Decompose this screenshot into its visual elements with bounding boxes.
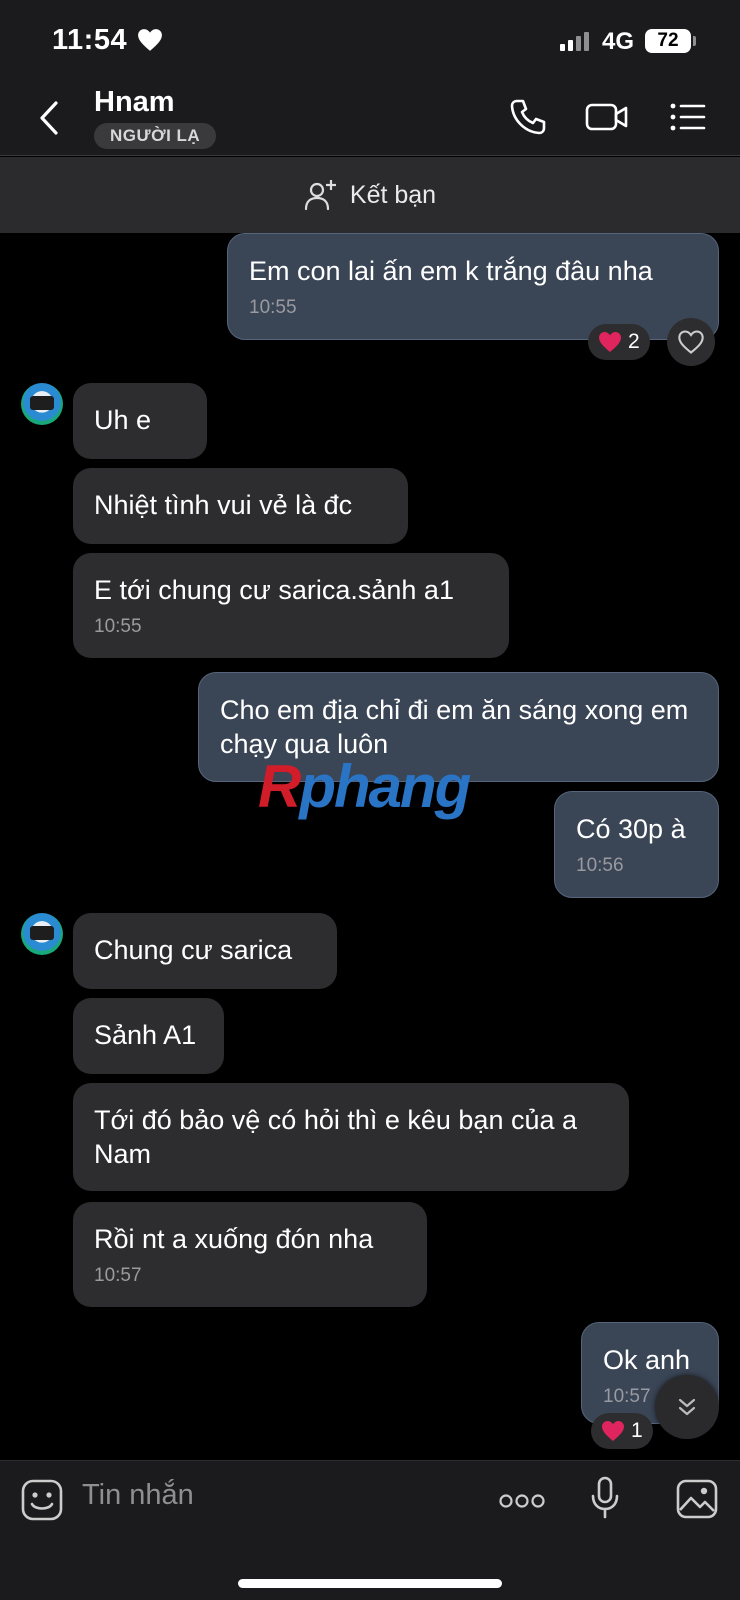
message-bubble-incoming[interactable]: Rồi nt a xuống đón nha 10:57: [73, 1202, 427, 1307]
sticker-icon[interactable]: [21, 1479, 63, 1521]
message-time: 10:56: [576, 855, 624, 876]
message-bubble-outgoing[interactable]: Có 30p à 10:56: [554, 791, 719, 898]
message-text: Cho em địa chỉ đi em ăn sáng xong em chạ…: [220, 695, 689, 759]
message-text: Chung cư sarica: [94, 935, 293, 965]
reaction-count: 2: [628, 330, 640, 353]
status-time: 11:54: [52, 24, 128, 56]
network-type: 4G: [602, 28, 635, 55]
scroll-to-bottom-button[interactable]: [655, 1375, 719, 1439]
message-input[interactable]: Tin nhắn: [82, 1479, 194, 1512]
message-text: Ok anh: [603, 1345, 691, 1375]
message-time: 10:55: [249, 297, 297, 318]
signal-icon: [560, 31, 589, 51]
chat-header: Hnam NGƯỜI LẠ: [0, 80, 740, 156]
message-bubble-incoming[interactable]: Uh e: [73, 383, 207, 459]
menu-list-icon[interactable]: [668, 97, 708, 137]
contact-avatar[interactable]: [21, 913, 63, 955]
message-bubble-incoming[interactable]: Sảnh A1: [73, 998, 224, 1074]
message-text: E tới chung cư sarica.sảnh a1: [94, 575, 454, 605]
message-bubble-incoming[interactable]: Tới đó bảo vệ có hỏi thì e kêu bạn của a…: [73, 1083, 629, 1191]
contact-name[interactable]: Hnam: [94, 86, 175, 119]
battery-tip: [693, 36, 696, 46]
message-text: Sảnh A1: [94, 1020, 197, 1050]
back-arrow-icon[interactable]: [32, 98, 68, 138]
double-chevron-down-icon: [678, 1398, 696, 1416]
contact-avatar[interactable]: [21, 383, 63, 425]
reaction-summary[interactable]: 2: [588, 324, 650, 360]
red-heart-icon: [602, 1421, 624, 1441]
message-time: 10:57: [94, 1265, 142, 1286]
message-bubble-incoming[interactable]: Chung cư sarica: [73, 913, 337, 989]
react-button[interactable]: [667, 318, 715, 366]
red-heart-icon: [599, 332, 621, 352]
message-time: 10:55: [94, 616, 142, 637]
stranger-badge: NGƯỜI LẠ: [94, 123, 217, 149]
add-friend-label: Kết bạn: [349, 180, 437, 209]
reaction-summary[interactable]: 1: [591, 1413, 653, 1449]
message-text: Nhiệt tình vui vẻ là đc: [94, 490, 353, 520]
message-bubble-incoming[interactable]: Nhiệt tình vui vẻ là đc: [73, 468, 408, 544]
microphone-icon[interactable]: [590, 1476, 620, 1520]
phone-call-icon[interactable]: [508, 97, 548, 137]
message-bubble-outgoing[interactable]: Em con lai ấn em k trắng đâu nha 10:55: [227, 233, 719, 340]
image-gallery-icon[interactable]: [676, 1479, 718, 1519]
video-call-icon[interactable]: [584, 97, 630, 137]
message-bubble-incoming[interactable]: E tới chung cư sarica.sảnh a1 10:55: [73, 553, 509, 658]
message-text: Em con lai ấn em k trắng đâu nha: [249, 256, 653, 286]
message-text: Có 30p à: [576, 814, 686, 844]
add-friend-icon: [304, 180, 336, 211]
home-indicator[interactable]: [238, 1579, 502, 1588]
heart-icon: [138, 29, 162, 51]
message-text: Uh e: [94, 405, 152, 435]
message-text: Rồi nt a xuống đón nha: [94, 1224, 374, 1254]
add-friend-button[interactable]: Kết bạn: [0, 157, 740, 233]
battery-level: 72: [645, 29, 691, 53]
more-options-icon[interactable]: [498, 1492, 546, 1510]
message-composer: Tin nhắn: [0, 1460, 740, 1600]
reaction-count: 1: [631, 1419, 643, 1442]
heart-outline-icon: [678, 330, 704, 354]
status-bar: 11:54 4G 72: [0, 0, 740, 80]
message-text: Tới đó bảo vệ có hỏi thì e kêu bạn của a…: [94, 1105, 578, 1169]
watermark-logo: Rphang: [258, 753, 471, 820]
